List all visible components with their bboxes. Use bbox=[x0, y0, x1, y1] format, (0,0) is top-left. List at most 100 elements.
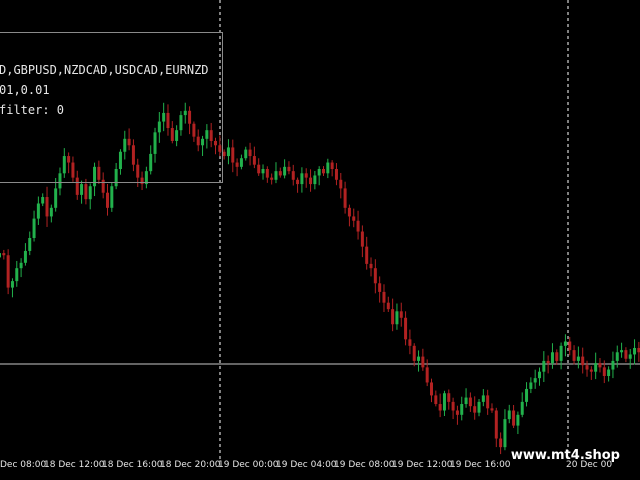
time-label: 19 Dec 12:00 bbox=[392, 460, 453, 470]
bull-candle bbox=[88, 186, 92, 200]
bear-candle bbox=[373, 268, 377, 284]
info-lots: 01,0.01 bbox=[0, 83, 50, 97]
bull-candle bbox=[594, 363, 598, 372]
bull-candle bbox=[538, 371, 541, 379]
bear-candle bbox=[486, 395, 490, 409]
bull-candle bbox=[23, 250, 27, 263]
bear-candle bbox=[568, 341, 572, 351]
bear-candle bbox=[84, 184, 88, 200]
chart-window[interactable]: D,GBPUSD,NZDCAD,USDCAD,EURNZD 01,0.01 fi… bbox=[0, 0, 640, 480]
bull-candle bbox=[516, 414, 520, 426]
bull-candle bbox=[244, 149, 248, 159]
bull-candle bbox=[261, 169, 265, 174]
bull-candle bbox=[36, 203, 40, 219]
bear-candle bbox=[581, 356, 585, 366]
bear-candle bbox=[382, 291, 386, 303]
bear-candle bbox=[6, 255, 10, 288]
bear-candle bbox=[2, 253, 6, 256]
bull-candle bbox=[15, 268, 19, 282]
bear-candle bbox=[447, 393, 451, 402]
time-label: 19 Dec 04:00 bbox=[276, 460, 337, 470]
bear-candle bbox=[585, 365, 589, 370]
bull-candle bbox=[477, 401, 481, 413]
bear-candle bbox=[391, 309, 395, 325]
bull-candle bbox=[633, 347, 637, 355]
bear-candle bbox=[343, 188, 347, 208]
time-label: 18 Dec 20:00 bbox=[160, 460, 221, 470]
bull-candle bbox=[283, 166, 287, 176]
bull-candle bbox=[460, 404, 464, 415]
bear-candle bbox=[624, 350, 628, 359]
time-label: 19 Dec 00:00 bbox=[218, 460, 279, 470]
bull-candle bbox=[550, 352, 554, 364]
bear-candle bbox=[352, 216, 356, 221]
bear-candle bbox=[404, 317, 408, 340]
bear-candle bbox=[455, 410, 459, 415]
bear-candle bbox=[494, 410, 498, 439]
bull-candle bbox=[525, 388, 529, 402]
bull-candle bbox=[533, 378, 537, 383]
bull-candle bbox=[576, 356, 580, 361]
bear-candle bbox=[365, 246, 369, 264]
bear-candle bbox=[430, 382, 433, 396]
bull-candle bbox=[49, 207, 53, 217]
bull-candle bbox=[628, 354, 632, 359]
bull-candle bbox=[529, 382, 533, 389]
bull-candle bbox=[417, 356, 421, 361]
bear-candle bbox=[356, 220, 360, 232]
bear-candle bbox=[386, 302, 390, 310]
info-panel: D,GBPUSD,NZDCAD,USDCAD,EURNZD 01,0.01 fi… bbox=[0, 32, 223, 183]
bear-candle bbox=[296, 179, 300, 185]
bull-candle bbox=[313, 175, 317, 185]
bear-candle bbox=[408, 339, 412, 346]
bear-candle bbox=[270, 177, 274, 180]
bear-candle bbox=[369, 263, 373, 269]
bear-candle bbox=[291, 171, 295, 180]
bull-candle bbox=[28, 238, 32, 251]
time-label: 19 Dec 08:00 bbox=[334, 460, 395, 470]
bull-candle bbox=[520, 401, 524, 415]
bear-candle bbox=[334, 169, 338, 180]
bear-candle bbox=[252, 156, 256, 165]
bear-candle bbox=[490, 408, 494, 411]
bull-candle bbox=[615, 352, 619, 361]
bull-candle bbox=[0, 253, 1, 258]
bear-candle bbox=[412, 345, 416, 361]
bear-candle bbox=[378, 283, 382, 292]
info-filter: filter: 0 bbox=[0, 103, 65, 117]
bull-candle bbox=[464, 397, 468, 405]
bull-candle bbox=[19, 262, 23, 269]
bear-candle bbox=[235, 162, 239, 167]
bull-candle bbox=[41, 197, 45, 204]
bull-candle bbox=[110, 186, 114, 208]
time-label: 18 Dec 16:00 bbox=[102, 460, 163, 470]
bear-candle bbox=[598, 363, 602, 368]
time-label: 18 Dec 12:00 bbox=[44, 460, 105, 470]
bull-candle bbox=[542, 360, 546, 372]
bear-candle bbox=[265, 169, 269, 178]
bear-candle bbox=[339, 179, 343, 189]
bear-candle bbox=[602, 367, 606, 376]
bear-candle bbox=[434, 395, 438, 405]
bull-candle bbox=[226, 147, 230, 157]
bull-candle bbox=[559, 345, 563, 361]
bear-candle bbox=[512, 410, 516, 426]
bear-candle bbox=[473, 406, 477, 413]
bear-candle bbox=[546, 360, 550, 364]
bear-candle bbox=[322, 169, 325, 174]
bull-candle bbox=[620, 350, 624, 353]
bull-candle bbox=[442, 393, 446, 411]
watermark-text: www.mt4.shop bbox=[510, 448, 620, 463]
bull-candle bbox=[481, 395, 485, 402]
bear-candle bbox=[499, 438, 503, 448]
bull-candle bbox=[32, 218, 36, 238]
bear-candle bbox=[278, 171, 282, 176]
bull-candle bbox=[607, 369, 611, 376]
bull-candle bbox=[10, 281, 14, 288]
bull-candle bbox=[507, 410, 511, 420]
bear-candle bbox=[330, 162, 334, 169]
bear-candle bbox=[304, 173, 308, 178]
bear-candle bbox=[106, 192, 109, 208]
bear-candle bbox=[360, 231, 364, 247]
bear-candle bbox=[425, 367, 429, 383]
